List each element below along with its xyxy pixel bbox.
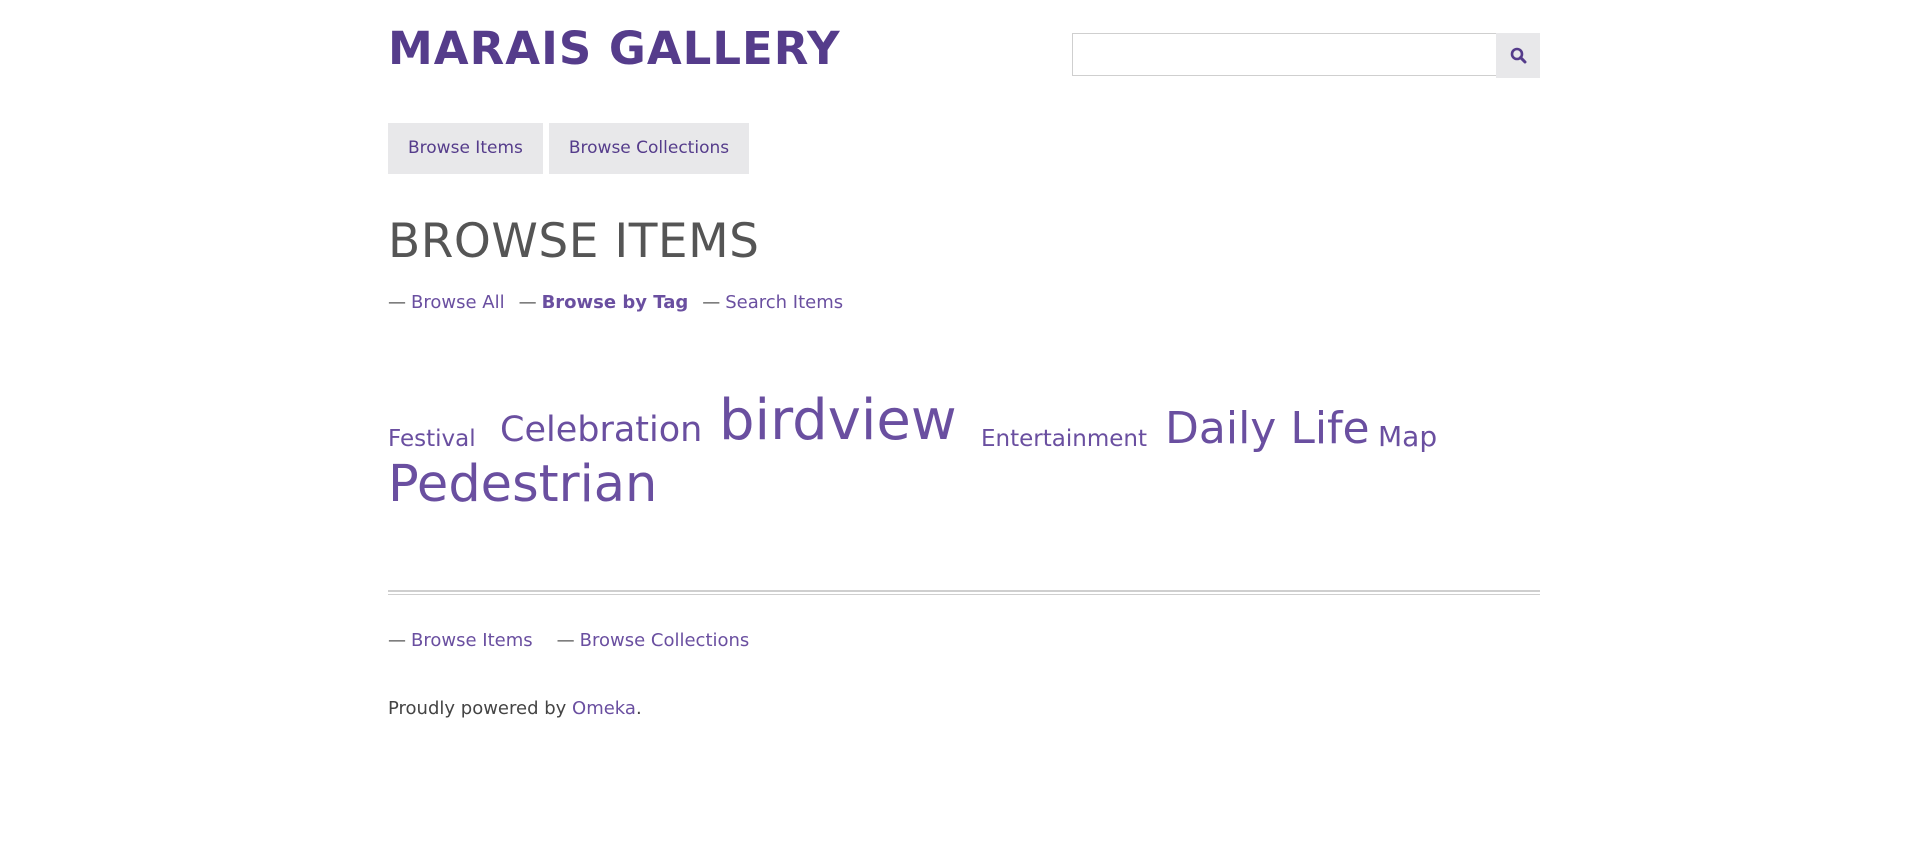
dash-separator: — [556, 630, 575, 651]
tag-pedestrian[interactable]: Pedestrian [388, 459, 657, 510]
page-title: BROWSE ITEMS [388, 214, 760, 269]
tag-birdview[interactable]: birdview [719, 393, 957, 449]
site-title[interactable]: MARAIS GALLERY [388, 22, 841, 75]
footer-divider [388, 590, 1540, 595]
top-nav: Browse Items Browse Collections [388, 123, 750, 174]
dash-separator: — [388, 292, 406, 313]
browse-by-tag-link[interactable]: Browse by Tag [542, 292, 689, 313]
search-input[interactable] [1072, 33, 1496, 76]
search-form [1072, 33, 1540, 78]
sub-nav-item-browse-all: — Browse All [388, 292, 505, 313]
footer-browse-items-link[interactable]: Browse Items [411, 630, 533, 651]
items-sub-nav: — Browse All — Browse by Tag — Search Items [388, 292, 843, 313]
tag-celebration[interactable]: Celebration [500, 413, 702, 448]
tag-map[interactable]: Map [1378, 423, 1437, 451]
powered-by-text: Proudly powered by Omeka. [388, 698, 642, 719]
powered-by-prefix: Proudly powered by [388, 698, 573, 719]
footer-nav: — Browse Items — Browse Collections [388, 630, 749, 651]
powered-by-suffix: . [635, 698, 642, 719]
tag-entertainment[interactable]: Entertainment [981, 428, 1147, 451]
footer-browse-collections-link[interactable]: Browse Collections [580, 630, 750, 651]
dash-separator: — [388, 630, 406, 651]
omeka-link[interactable]: Omeka [572, 698, 636, 719]
tag-festival[interactable]: Festival [388, 428, 476, 451]
sub-nav-item-browse-by-tag: — Browse by Tag [519, 292, 689, 313]
search-icon [1510, 47, 1527, 64]
tag-daily-life[interactable]: Daily Life [1165, 407, 1370, 451]
browse-all-link[interactable]: Browse All [411, 292, 505, 313]
dash-separator: — [518, 292, 537, 313]
nav-browse-collections[interactable]: Browse Collections [548, 123, 750, 174]
footer-nav-item-browse-collections: — Browse Collections [557, 630, 750, 651]
tag-cloud: Festival Celebration birdview Entertainm… [388, 388, 1540, 518]
dash-separator: — [702, 292, 721, 313]
search-items-link[interactable]: Search Items [725, 292, 843, 313]
nav-browse-items[interactable]: Browse Items [388, 123, 543, 174]
footer-nav-item-browse-items: — Browse Items [388, 630, 533, 651]
search-button[interactable] [1496, 33, 1540, 78]
sub-nav-item-search-items: — Search Items [702, 292, 843, 313]
